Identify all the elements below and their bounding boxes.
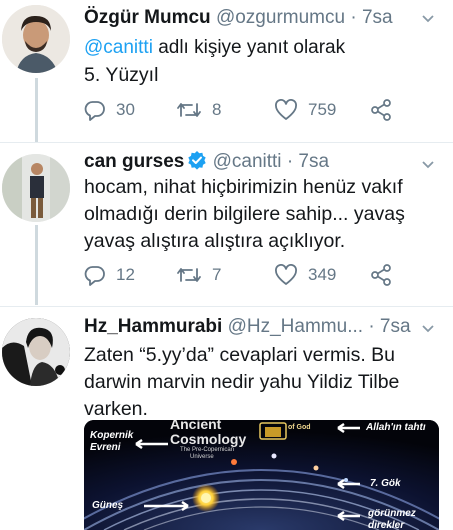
- like-icon: [275, 264, 297, 285]
- retweet-count: 7: [212, 265, 222, 284]
- reply-context: @canitti adlı kişiye yanıt olarak: [84, 36, 345, 60]
- reply-count: 12: [116, 265, 135, 284]
- retweet-count: 8: [212, 100, 222, 119]
- display-name[interactable]: Hz_Hammurabi: [84, 316, 222, 337]
- tweet-header: can gurses @canitti · 7sa: [84, 150, 329, 173]
- retweet-icon: [177, 268, 201, 282]
- avatar[interactable]: [2, 154, 70, 222]
- share-icon: [371, 264, 391, 286]
- tweet-header: Hz_Hammurabi @Hz_Hammu... · 7sa: [84, 316, 411, 338]
- share-icon: [371, 99, 391, 121]
- retweet-button[interactable]: 8: [176, 97, 221, 123]
- separator-dot: ·: [286, 151, 294, 172]
- media-label-gok: 7. Gök: [370, 478, 401, 489]
- tweet-1[interactable]: Özgür Mumcu @ozgurmumcu · 7sa @canitti a…: [0, 0, 453, 140]
- media-label-gorunmez: görünmez direkler: [368, 508, 416, 530]
- avatar[interactable]: [2, 318, 70, 386]
- media-title-2: Cosmology: [170, 431, 247, 447]
- user-handle[interactable]: @ozgurmumcu: [216, 7, 345, 28]
- reply-count: 30: [116, 100, 135, 119]
- share-button[interactable]: [370, 262, 392, 288]
- media-label-kopernik: Kopernik Evreni: [90, 430, 134, 453]
- reply-icon: [84, 101, 105, 121]
- tweet-text: Zaten “5.yy’da” cevaplari vermis. Bu dar…: [84, 344, 400, 420]
- tweet-header: Özgür Mumcu @ozgurmumcu · 7sa: [84, 7, 393, 29]
- reply-button[interactable]: 30: [84, 97, 135, 123]
- reply-icon: [84, 266, 105, 286]
- timestamp[interactable]: 7sa: [380, 316, 411, 337]
- user-handle[interactable]: @Hz_Hammu...: [228, 316, 363, 337]
- display-name[interactable]: Özgür Mumcu: [84, 7, 211, 28]
- retweet-button[interactable]: 7: [176, 262, 221, 288]
- separator-dot: ·: [368, 316, 375, 337]
- chevron-down-icon[interactable]: [421, 158, 435, 172]
- chevron-down-icon[interactable]: [421, 322, 435, 336]
- media-label-of-god: of God: [288, 424, 311, 431]
- retweet-icon: [177, 103, 201, 117]
- separator-dot: ·: [350, 7, 357, 28]
- tweet-media-image[interactable]: Ancient Cosmology The Pre-Copernican Uni…: [84, 420, 439, 530]
- media-label-allah: Allah'ın tahtı: [366, 422, 426, 433]
- reply-button[interactable]: 12: [84, 262, 135, 288]
- timestamp[interactable]: 7sa: [298, 151, 329, 172]
- timestamp[interactable]: 7sa: [362, 7, 393, 28]
- tweet-divider: [0, 142, 453, 143]
- verified-badge-icon: [188, 151, 207, 170]
- like-button[interactable]: 349: [274, 262, 336, 288]
- like-count: 759: [308, 100, 337, 119]
- user-handle[interactable]: @canitti: [213, 151, 282, 172]
- tweet-divider: [0, 306, 453, 307]
- like-count: 349: [308, 265, 337, 284]
- reply-to-link[interactable]: @canitti: [84, 37, 153, 58]
- avatar[interactable]: [2, 5, 70, 73]
- share-button[interactable]: [370, 97, 392, 123]
- tweet-actions: 30 8 759: [84, 97, 414, 123]
- media-subtitle: The Pre-Copernican Universe: [180, 447, 235, 460]
- like-icon: [275, 99, 297, 120]
- display-name[interactable]: can gurses: [84, 151, 184, 172]
- chevron-down-icon[interactable]: [421, 12, 435, 26]
- reply-to-text: adlı kişiye yanıt olarak: [152, 37, 346, 58]
- tweet-2[interactable]: can gurses @canitti · 7sa hocam, nihat h…: [0, 144, 453, 304]
- like-button[interactable]: 759: [274, 97, 336, 123]
- media-label-gunes: Güneş: [92, 500, 124, 511]
- tweet-text: hocam, nihat hiçbirimizin henüz vakıf ol…: [84, 176, 405, 252]
- tweet-actions: 12 7 349: [84, 262, 414, 288]
- tweet-text: 5. Yüzyıl: [84, 64, 159, 86]
